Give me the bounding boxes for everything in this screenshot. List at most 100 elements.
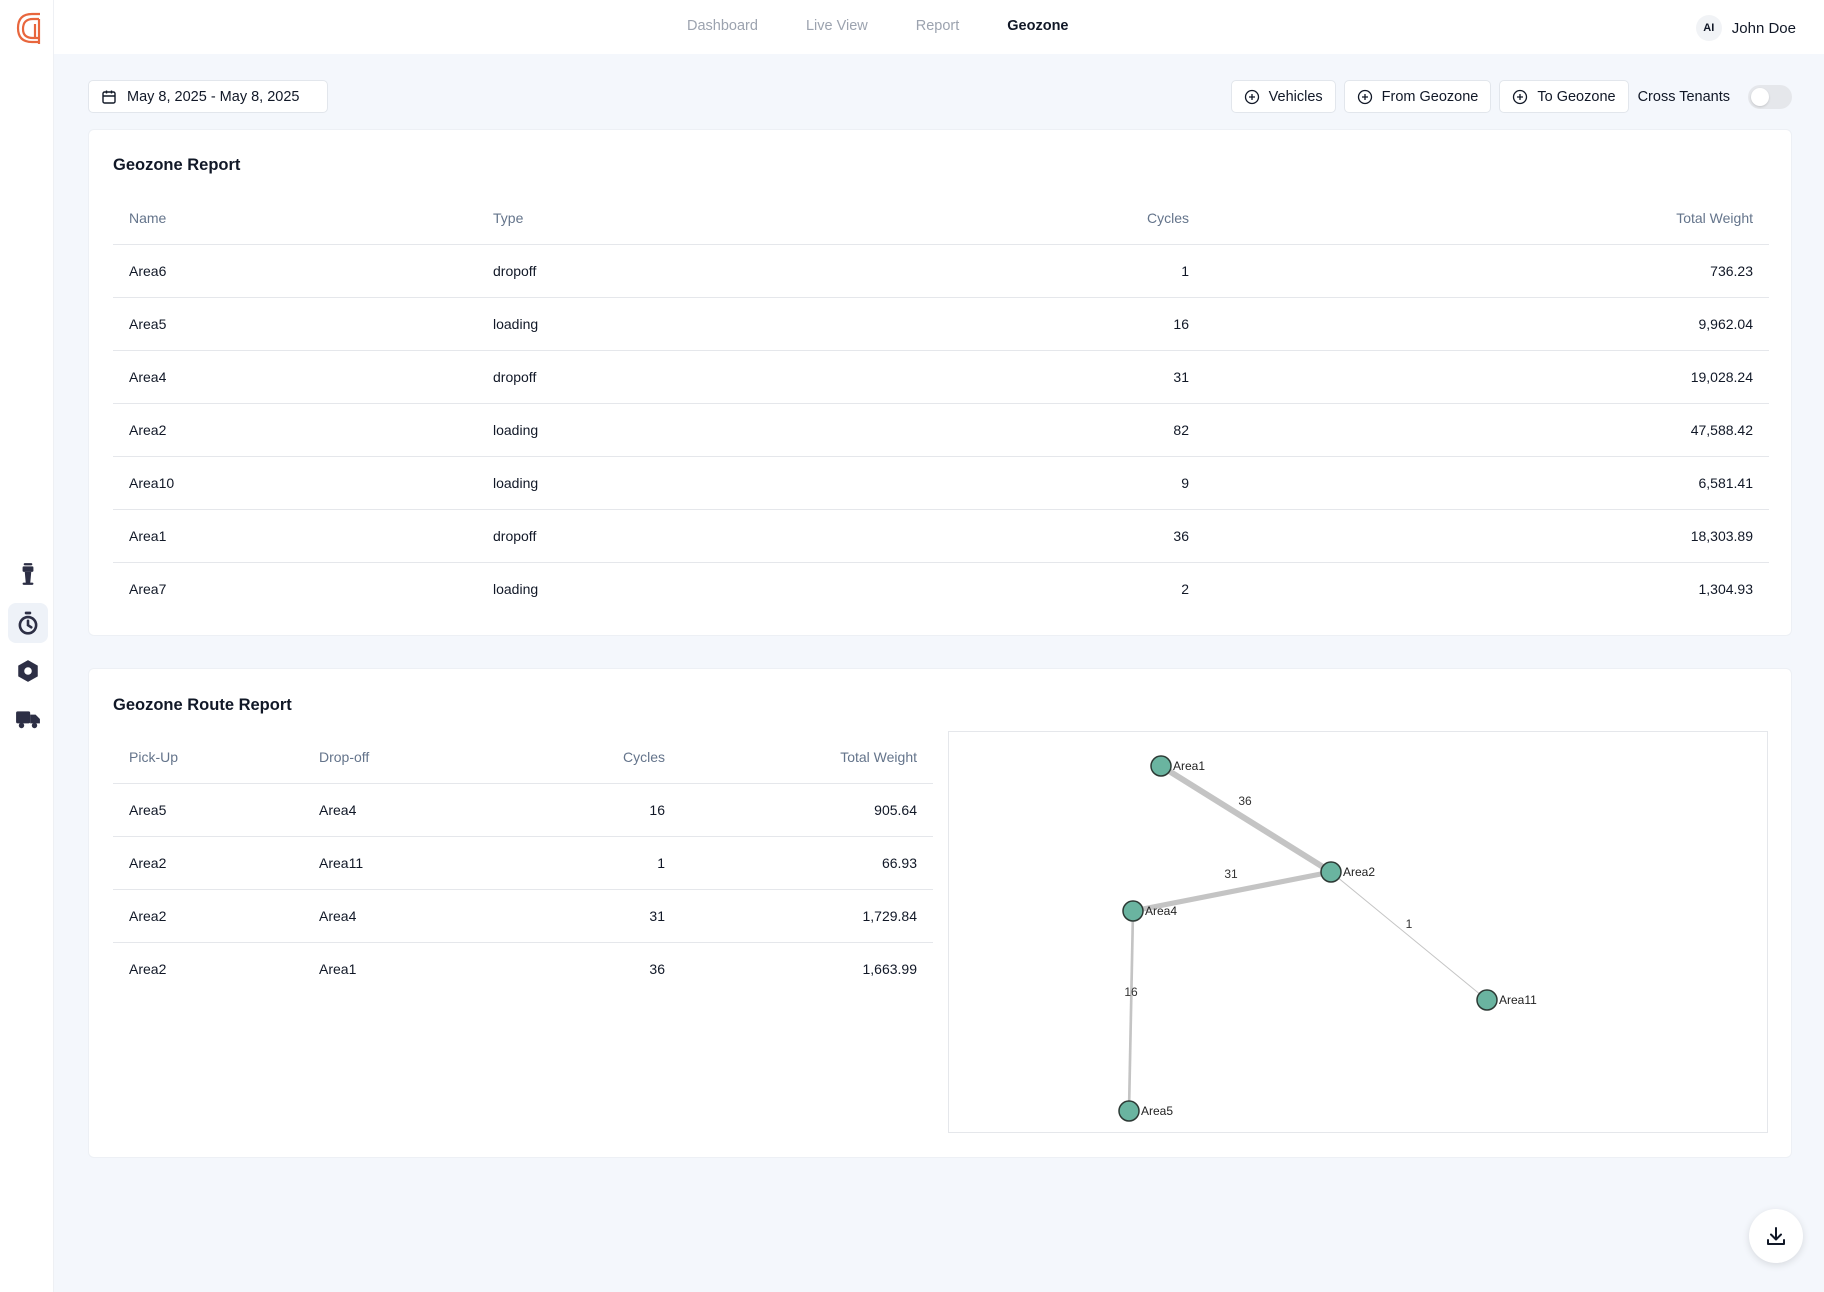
route-node-label: Area2 — [1343, 865, 1375, 879]
table-row[interactable]: Area6 dropoff 1 736.23 — [113, 244, 1769, 298]
cell-total-weight: 1,729.84 — [681, 889, 933, 943]
cell-cycles: 31 — [877, 350, 1205, 404]
cell-type: dropoff — [477, 244, 877, 298]
column-header-cycles[interactable]: Cycles — [503, 731, 681, 784]
vehicles-filter-label: Vehicles — [1268, 88, 1323, 105]
route-report-title: Geozone Route Report — [113, 696, 292, 714]
table-row[interactable]: Area1 dropoff 36 18,303.89 — [113, 509, 1769, 563]
nav-dashboard[interactable]: Dashboard — [687, 18, 758, 34]
to-geozone-filter-label: To Geozone — [1537, 88, 1616, 105]
toggle-knob — [1751, 87, 1769, 106]
table-row[interactable]: Area4 dropoff 31 19,028.24 — [113, 350, 1769, 404]
vehicles-filter-button[interactable]: Vehicles — [1230, 80, 1336, 113]
from-geozone-filter-button[interactable]: From Geozone — [1343, 80, 1492, 113]
route-edge-area2-area11 — [1330, 871, 1488, 1001]
plus-circle-icon — [1513, 89, 1528, 104]
hexagon-icon[interactable] — [8, 651, 48, 691]
cell-name: Area6 — [113, 244, 477, 298]
cell-type: dropoff — [477, 509, 877, 563]
cell-type: loading — [477, 297, 877, 351]
plus-circle-icon — [1244, 89, 1259, 104]
cross-tenants-label: Cross Tenants — [1637, 88, 1730, 105]
cell-type: loading — [477, 456, 877, 510]
cell-total-weight: 47,588.42 — [1205, 403, 1769, 457]
truck-icon[interactable] — [8, 699, 48, 739]
route-node-label: Area5 — [1141, 1104, 1173, 1118]
route-node-area5[interactable] — [1118, 1100, 1140, 1122]
route-node-area4[interactable] — [1122, 900, 1144, 922]
route-edge-label: 16 — [1124, 985, 1138, 999]
route-node-label: Area11 — [1499, 993, 1537, 1007]
cell-type: dropoff — [477, 350, 877, 404]
geozone-report-table: Name Type Cycles Total Weight Area6 dropo… — [113, 192, 1769, 615]
cell-cycles: 36 — [877, 509, 1205, 563]
table-row[interactable]: Area2 Area11 1 66.93 — [113, 836, 933, 890]
cell-total-weight: 905.64 — [681, 783, 933, 837]
cell-total-weight: 736.23 — [1205, 244, 1769, 298]
route-report-table: Pick-Up Drop-off Cycles Total Weight Are… — [113, 731, 933, 995]
user-menu[interactable]: AI John Doe — [1695, 15, 1796, 41]
column-header-pick-up[interactable]: Pick-Up — [113, 731, 303, 784]
top-bar: Dashboard Live View Report Geozone AI Jo… — [54, 0, 1824, 54]
timer-icon[interactable] — [8, 603, 48, 643]
route-edge-label: 31 — [1224, 867, 1238, 881]
nav-report[interactable]: Report — [916, 18, 960, 34]
sidebar — [0, 0, 54, 1292]
column-header-cycles[interactable]: Cycles — [877, 192, 1205, 245]
table-row[interactable]: Area2 loading 82 47,588.42 — [113, 403, 1769, 457]
cell-name: Area1 — [113, 509, 477, 563]
cell-total-weight: 9,962.04 — [1205, 297, 1769, 351]
tower-icon[interactable] — [8, 554, 48, 594]
cell-name: Area7 — [129, 580, 167, 597]
table-row[interactable]: Area7 loading 2 1,304.93 — [113, 562, 1769, 615]
from-geozone-filter-label: From Geozone — [1381, 88, 1479, 105]
main-nav: Dashboard Live View Report Geozone — [687, 18, 1069, 34]
cell-total-weight: 1,304.93 — [1698, 580, 1754, 597]
route-edge-label: 1 — [1406, 917, 1413, 931]
date-range-picker[interactable]: May 8, 2025 - May 8, 2025 — [88, 80, 328, 113]
table-row[interactable]: Area2 Area1 36 1,663.99 — [113, 942, 933, 995]
column-header-type[interactable]: Type — [477, 192, 877, 245]
cell-pick-up: Area5 — [113, 783, 303, 837]
cell-cycles: 9 — [877, 456, 1205, 510]
route-node-area1[interactable] — [1150, 755, 1172, 777]
route-node-label: Area1 — [1173, 759, 1205, 773]
table-row[interactable]: Area5 Area4 16 905.64 — [113, 783, 933, 837]
download-button[interactable] — [1749, 1209, 1803, 1263]
cell-total-weight: 66.93 — [681, 836, 933, 890]
cell-total-weight: 19,028.24 — [1205, 350, 1769, 404]
nav-live-view[interactable]: Live View — [806, 18, 868, 34]
cell-pick-up: Area2 — [129, 960, 167, 977]
route-edge-area1-area2 — [1159, 763, 1333, 875]
avatar[interactable]: AI — [1695, 15, 1722, 41]
download-icon — [1767, 1227, 1785, 1245]
column-header-name[interactable]: Name — [113, 192, 477, 245]
user-name[interactable]: John Doe — [1732, 20, 1796, 37]
cell-drop-off: Area11 — [303, 836, 503, 890]
route-node-area11[interactable] — [1476, 989, 1498, 1011]
column-header-total-weight[interactable]: Total Weight — [681, 731, 933, 784]
cross-tenants-toggle[interactable] — [1748, 84, 1792, 109]
geozone-report-title: Geozone Report — [113, 156, 241, 174]
column-header-drop-off[interactable]: Drop-off — [303, 731, 503, 784]
cell-total-weight: 1,663.99 — [862, 960, 918, 977]
cell-total-weight: 18,303.89 — [1205, 509, 1769, 563]
cell-pick-up: Area2 — [113, 889, 303, 943]
to-geozone-filter-button[interactable]: To Geozone — [1499, 80, 1629, 113]
filter-group: Vehicles From Geozone To Geozone Cross T… — [1230, 80, 1792, 113]
table-row[interactable]: Area5 loading 16 9,962.04 — [113, 297, 1769, 351]
cell-drop-off: Area1 — [319, 960, 357, 977]
brand-logo-icon[interactable] — [12, 10, 44, 48]
nav-geozone[interactable]: Geozone — [1007, 18, 1068, 34]
route-graph: 36 31 1 16 Area1 Area2 Area4 Area11 Area5 — [948, 731, 1768, 1133]
route-node-area2[interactable] — [1320, 861, 1342, 883]
plus-circle-icon — [1357, 89, 1372, 104]
cell-name: Area4 — [113, 350, 477, 404]
cell-name: Area5 — [113, 297, 477, 351]
calendar-icon — [102, 90, 116, 104]
column-header-total-weight[interactable]: Total Weight — [1205, 192, 1769, 245]
table-row[interactable]: Area10 loading 9 6,581.41 — [113, 456, 1769, 510]
cell-cycles: 16 — [877, 297, 1205, 351]
cell-pick-up: Area2 — [113, 836, 303, 890]
table-row[interactable]: Area2 Area4 31 1,729.84 — [113, 889, 933, 943]
